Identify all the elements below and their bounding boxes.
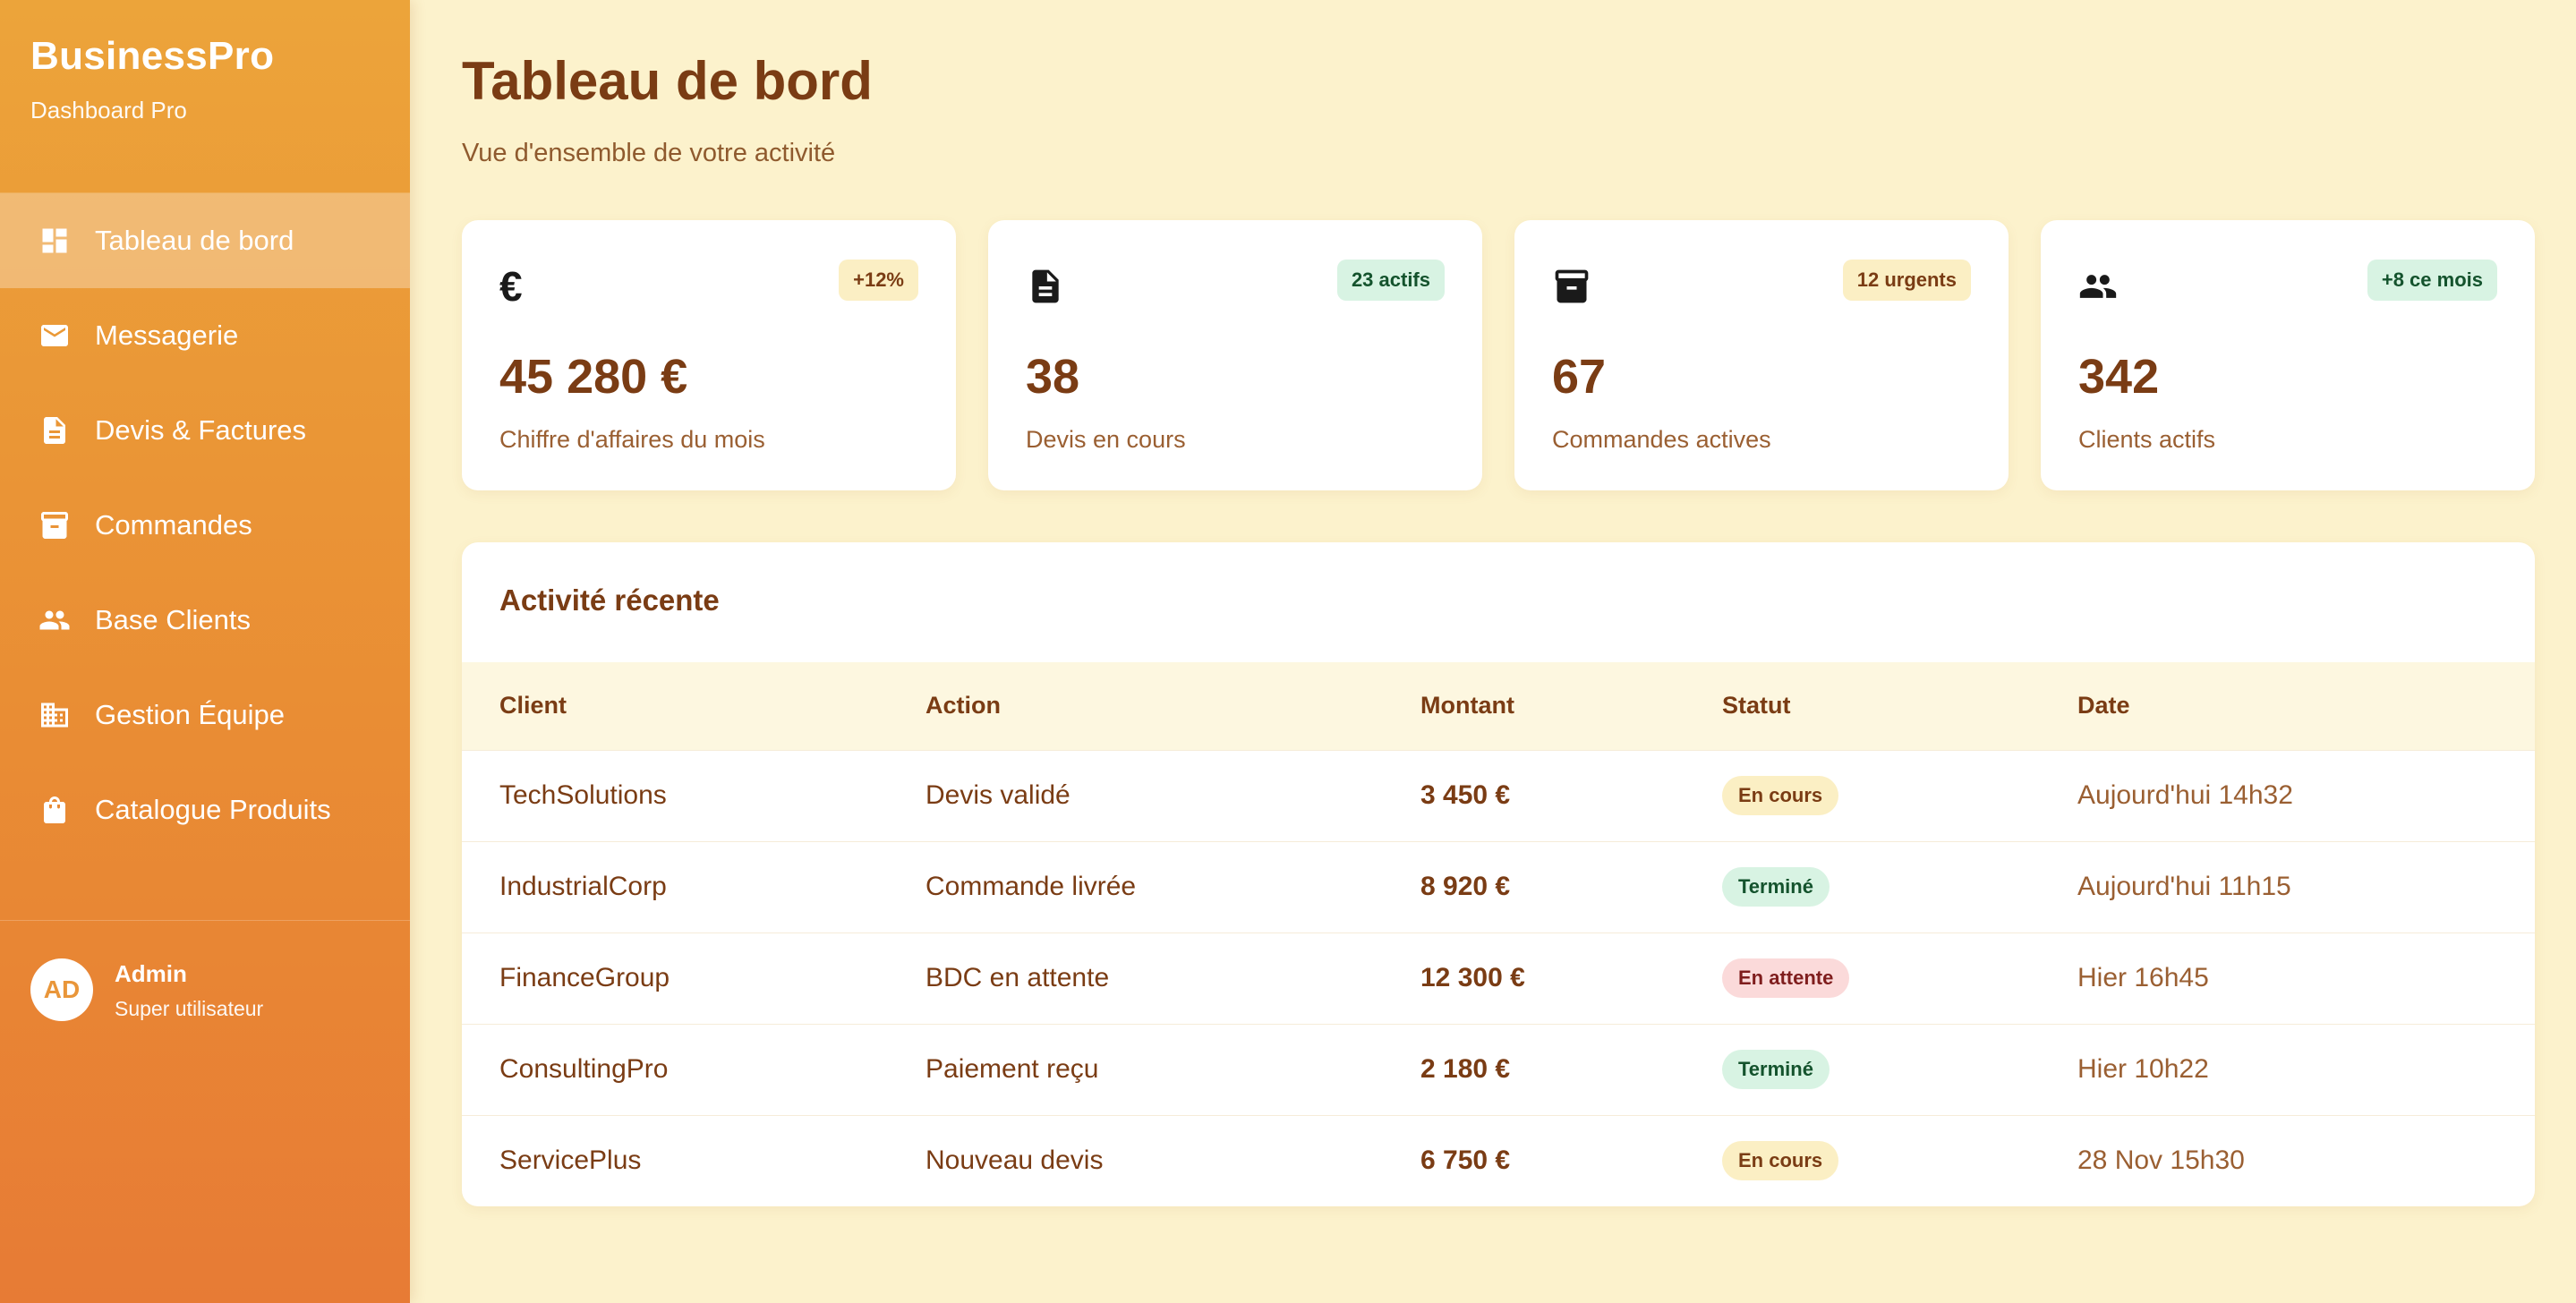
- cell-client: IndustrialCorp: [462, 840, 888, 933]
- stat-card-revenue: € +12% 45 280 € Chiffre d'affaires du mo…: [462, 220, 956, 490]
- user-profile[interactable]: AD Admin Super utilisateur: [0, 920, 410, 1021]
- dashboard-icon: [38, 224, 72, 258]
- stat-badge: +12%: [839, 260, 918, 301]
- cell-client: ConsultingPro: [462, 1023, 888, 1115]
- cell-client: ServicePlus: [462, 1114, 888, 1206]
- stat-label: Chiffre d'affaires du mois: [499, 426, 765, 453]
- cell-action: Paiement reçu: [888, 1023, 1383, 1115]
- euro-icon: €: [499, 263, 523, 310]
- status-badge: Terminé: [1722, 867, 1830, 907]
- cell-amount: 2 180 €: [1383, 1023, 1685, 1115]
- cell-action: Devis validé: [888, 749, 1383, 841]
- building-icon: [38, 698, 72, 732]
- cell-amount: 6 750 €: [1383, 1114, 1685, 1206]
- stat-badge: +8 ce mois: [2367, 260, 2497, 301]
- column-header-action: Action: [925, 692, 1001, 720]
- cell-action: BDC en attente: [888, 932, 1383, 1024]
- table-row[interactable]: TechSolutions Devis validé 3 450 € En co…: [462, 749, 2535, 841]
- sidebar-item-dashboard[interactable]: Tableau de bord: [0, 193, 410, 288]
- cell-client: TechSolutions: [462, 749, 888, 841]
- status-badge: En attente: [1722, 958, 1850, 998]
- stat-label: Commandes actives: [1552, 426, 1771, 453]
- sidebar-item-label: Base Clients: [95, 604, 252, 635]
- stat-badge: 12 urgents: [1842, 260, 1971, 301]
- stat-value: 67: [1552, 350, 1607, 404]
- sidebar-item-gestion-equipe[interactable]: Gestion Équipe: [0, 668, 410, 762]
- cell-status: Terminé: [1685, 840, 2040, 933]
- brand-name: BusinessPro: [30, 34, 275, 78]
- sidebar-item-label: Tableau de bord: [95, 225, 294, 256]
- cell-client: FinanceGroup: [462, 932, 888, 1024]
- page-title: Tableau de bord: [462, 51, 873, 111]
- page-subtitle: Vue d'ensemble de votre activité: [462, 139, 836, 167]
- stat-card-clients: +8 ce mois 342 Clients actifs: [2041, 220, 2535, 490]
- cell-amount: 12 300 €: [1383, 932, 1685, 1024]
- shopping-bag-icon: [38, 793, 72, 827]
- cell-date: Hier 16h45: [2040, 932, 2535, 1024]
- table-row[interactable]: FinanceGroup BDC en attente 12 300 € En …: [462, 932, 2535, 1024]
- cell-amount: 8 920 €: [1383, 840, 1685, 933]
- cell-date: 28 Nov 15h30: [2040, 1114, 2535, 1206]
- column-header-amount: Montant: [1420, 692, 1514, 720]
- archive-icon: [38, 508, 72, 542]
- brand: BusinessPro Dashboard Pro: [0, 0, 410, 193]
- document-icon: [38, 413, 72, 447]
- column-header-status: Statut: [1722, 692, 1791, 720]
- sidebar-item-label: Devis & Factures: [95, 414, 307, 446]
- cell-status: Terminé: [1685, 1023, 2040, 1115]
- stat-badge: 23 actifs: [1336, 260, 1445, 301]
- recent-activity-panel: Activité récente Client Action Montant S…: [462, 542, 2535, 1206]
- user-role: Super utilisateur: [115, 997, 264, 1020]
- sidebar-item-label: Messagerie: [95, 319, 239, 351]
- cell-date: Hier 10h22: [2040, 1023, 2535, 1115]
- table-row[interactable]: ServicePlus Nouveau devis 6 750 € En cou…: [462, 1114, 2535, 1206]
- stat-card-orders: 12 urgents 67 Commandes actives: [1514, 220, 2009, 490]
- sidebar-item-label: Gestion Équipe: [95, 699, 285, 730]
- archive-icon: [1552, 267, 1591, 306]
- column-header-client: Client: [499, 692, 567, 720]
- sidebar-item-label: Commandes: [95, 509, 252, 541]
- user-info: Admin Super utilisateur: [115, 958, 263, 1021]
- cell-date: Aujourd'hui 14h32: [2040, 749, 2535, 841]
- column-header-date: Date: [2077, 692, 2130, 720]
- mail-icon: [38, 319, 72, 353]
- table-header-row: Client Action Montant Statut Date: [462, 662, 2535, 750]
- people-icon: [2078, 267, 2118, 306]
- stat-card-quotes: 23 actifs 38 Devis en cours: [988, 220, 1482, 490]
- stat-label: Clients actifs: [2078, 426, 2216, 453]
- cell-status: En attente: [1685, 932, 2040, 1024]
- cell-action: Nouveau devis: [888, 1114, 1383, 1206]
- stat-value: 342: [2078, 350, 2160, 404]
- sidebar-nav: Tableau de bord Messagerie Devis & Factu…: [0, 193, 410, 857]
- sidebar-item-catalogue-produits[interactable]: Catalogue Produits: [0, 762, 410, 857]
- cell-amount: 3 450 €: [1383, 749, 1685, 841]
- brand-subtitle: Dashboard Pro: [30, 97, 187, 123]
- document-icon: [1026, 267, 1065, 306]
- table-row[interactable]: ConsultingPro Paiement reçu 2 180 € Term…: [462, 1023, 2535, 1115]
- sidebar-item-base-clients[interactable]: Base Clients: [0, 573, 410, 668]
- stat-label: Devis en cours: [1026, 426, 1186, 453]
- avatar: AD: [30, 958, 93, 1021]
- panel-title: Activité récente: [499, 583, 720, 617]
- sidebar-item-commandes[interactable]: Commandes: [0, 478, 410, 573]
- sidebar-item-devis-factures[interactable]: Devis & Factures: [0, 383, 410, 478]
- stat-value: 38: [1026, 350, 1080, 404]
- status-badge: Terminé: [1722, 1050, 1830, 1089]
- sidebar-item-messagerie[interactable]: Messagerie: [0, 288, 410, 383]
- sidebar-item-label: Catalogue Produits: [95, 794, 331, 825]
- cell-status: En cours: [1685, 1114, 2040, 1206]
- stat-cards: € +12% 45 280 € Chiffre d'affaires du mo…: [462, 220, 2535, 490]
- status-badge: En cours: [1722, 776, 1839, 815]
- sidebar: BusinessPro Dashboard Pro Tableau de bor…: [0, 0, 410, 1303]
- table-row[interactable]: IndustrialCorp Commande livrée 8 920 € T…: [462, 840, 2535, 933]
- activity-table: Client Action Montant Statut Date TechSo…: [462, 662, 2535, 1206]
- people-icon: [38, 603, 72, 637]
- cell-status: En cours: [1685, 749, 2040, 841]
- cell-action: Commande livrée: [888, 840, 1383, 933]
- cell-date: Aujourd'hui 11h15: [2040, 840, 2535, 933]
- status-badge: En cours: [1722, 1141, 1839, 1181]
- stat-value: 45 280 €: [499, 350, 688, 404]
- main-content: Tableau de bord Vue d'ensemble de votre …: [410, 0, 2576, 1303]
- user-name: Admin: [115, 960, 187, 987]
